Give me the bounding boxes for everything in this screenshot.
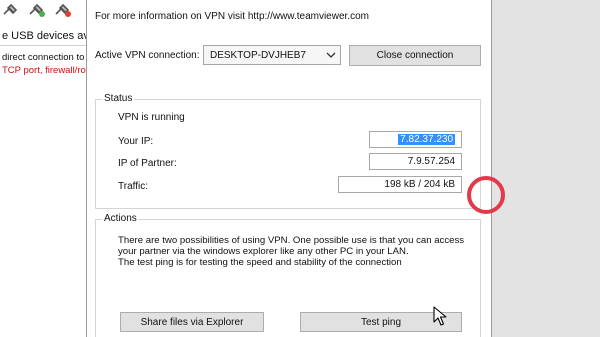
actions-description-line: The test ping is for testing the speed a… [118,257,402,268]
actions-description-line: There are two possibilities of using VPN… [118,235,465,246]
traffic-value: 198 kB / 204 kB [384,179,455,190]
mouse-cursor-icon [433,306,447,329]
traffic-field[interactable]: 198 kB / 204 kB [338,176,462,193]
firewall-warning-text: TCP port, firewall/ro [2,65,86,76]
highlight-circle [467,176,505,214]
background-area [492,0,600,337]
usb-plug-icon[interactable] [52,0,74,20]
divider [0,45,86,46]
chevron-down-icon [326,50,336,63]
actions-group-title: Actions [102,213,139,224]
vpn-running-text: VPN is running [118,112,185,123]
traffic-label: Traffic: [118,181,149,192]
your-ip-label: Your IP: [118,136,154,147]
close-connection-button[interactable]: Close connection [349,45,481,66]
actions-description-line: your partner via the windows explorer li… [118,246,409,257]
status-group-title: Status [102,93,135,104]
active-vpn-combobox[interactable]: DESKTOP-DVJHEB7 [203,45,341,65]
background-toolbar [0,0,86,24]
active-vpn-value: DESKTOP-DVJHEB7 [210,49,306,61]
share-files-button[interactable]: Share files via Explorer [120,312,264,332]
usb-devices-heading: e USB devices ava [2,30,86,42]
usb-plug-icon[interactable] [0,0,22,20]
partner-ip-value: 7.9.57.254 [407,156,455,167]
vpn-dialog: For more information on VPN visit http:/… [86,0,492,337]
background-window: e USB devices ava direct connection to T… [0,0,86,337]
actions-group: Actions There are two possibilities of u… [95,213,481,337]
partner-ip-field[interactable]: 7.9.57.254 [369,153,462,170]
status-group: Status VPN is running Your IP: 7.82.37.2… [95,93,481,209]
your-ip-value: 7.82.37.230 [398,134,455,145]
usb-plug-icon[interactable] [26,0,48,20]
active-vpn-label: Active VPN connection: [95,50,200,61]
partner-ip-label: IP of Partner: [118,158,177,169]
actions-description: There are two possibilities of using VPN… [118,235,478,268]
vpn-info-text: For more information on VPN visit http:/… [95,11,369,22]
connection-info-text: direct connection to [2,52,85,63]
your-ip-field[interactable]: 7.82.37.230 [369,131,462,148]
